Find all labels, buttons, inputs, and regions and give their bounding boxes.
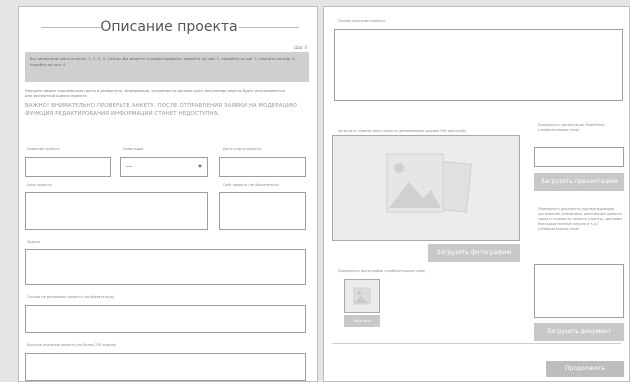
project-description-panel: Описание проекта Шаг 4 Вы заполнили шаги… xyxy=(18,6,318,382)
links-label: Ссылки на материалы проекта (не обязател… xyxy=(27,295,115,299)
goal-label: Цель проекта xyxy=(27,183,52,187)
nomination-placeholder-dash xyxy=(126,166,132,167)
upload-document-button[interactable]: Загрузить документ xyxy=(534,323,624,341)
bottom-divider xyxy=(332,343,621,344)
presentation-label: Прикрепить презентацию PowerPoint (необя… xyxy=(538,123,605,132)
links-input[interactable] xyxy=(25,305,306,333)
short-desc-textarea[interactable] xyxy=(25,353,306,381)
start-date-label: Дата старта проекта xyxy=(223,147,261,151)
nomination-label: Номинация xyxy=(123,147,144,151)
chevron-down-icon xyxy=(198,165,202,168)
tasks-textarea[interactable] xyxy=(25,249,306,285)
full-desc-textarea[interactable] xyxy=(334,29,623,101)
goal-textarea[interactable] xyxy=(25,192,208,230)
warning-text: ВАЖНО! ВНИМАТЕЛЬНО ПРОВЕРЬТЕ АНКЕТУ. ПОС… xyxy=(25,103,297,117)
project-media-panel: Полное описание проекта Загрузить главно… xyxy=(323,6,630,382)
tasks-label: Задачи xyxy=(27,240,40,244)
full-desc-label: Полное описание проекта xyxy=(338,19,385,23)
continue-button[interactable]: Продолжить xyxy=(546,361,624,377)
image-placeholder-icon xyxy=(386,153,472,213)
photo-thumbnail[interactable] xyxy=(344,279,380,313)
page-title: Описание проекта xyxy=(100,19,238,35)
step-indicator: Шаг 4 xyxy=(294,45,307,50)
steps-notice: Вы заполнили шаги анкеты: 1, 2, 3, 4. Се… xyxy=(25,52,309,82)
project-name-label: Название проекта xyxy=(27,147,60,151)
main-photo-label: Загрузить главное фото проекта (минималь… xyxy=(338,129,467,133)
site-input[interactable] xyxy=(219,192,306,230)
documents-dropzone[interactable] xyxy=(534,264,624,318)
upload-thumb-button[interactable]: Загрузить xyxy=(344,315,380,327)
presentation-file-field[interactable] xyxy=(534,147,624,167)
attach-photos-label: Прикрепить фотографии (необязательное по… xyxy=(338,269,426,273)
nomination-select[interactable] xyxy=(120,157,208,177)
documents-label: Прикрепить документы подтверждающие дост… xyxy=(538,207,624,231)
upload-photo-button[interactable]: Загрузить фотографию xyxy=(428,244,520,262)
upload-presentation-button[interactable]: Загрузить презентацию xyxy=(534,173,624,191)
start-date-input[interactable] xyxy=(219,157,306,177)
main-photo-dropzone[interactable] xyxy=(332,135,520,241)
site-label: Сайт проекта (не обязательно) xyxy=(223,183,280,187)
info-text: Опишите проект максимально полно и разве… xyxy=(25,89,285,98)
short-desc-label: Краткое описание проекта (не более 250 з… xyxy=(27,343,117,347)
image-placeholder-icon xyxy=(353,287,371,305)
project-name-input[interactable] xyxy=(25,157,111,177)
